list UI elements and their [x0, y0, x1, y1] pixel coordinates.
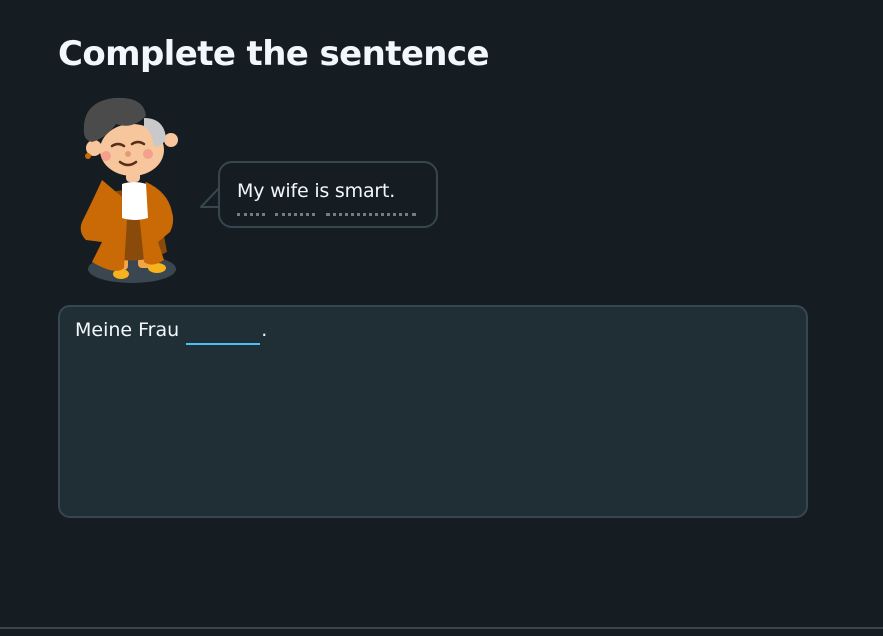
speech-bubble: My wife is smart. [218, 161, 438, 228]
word-hint-underline[interactable] [237, 213, 265, 216]
exercise-title: Complete the sentence [58, 34, 490, 74]
answer-prefix: Meine Frau [75, 319, 180, 341]
character-illustration-icon [80, 97, 178, 283]
answer-blank-input[interactable] [186, 319, 261, 345]
prompt-sentence: My wife is smart. [237, 180, 396, 202]
footer-divider [0, 627, 883, 629]
answer-suffix: . [261, 319, 268, 341]
word-hint-underline[interactable] [326, 213, 416, 216]
word-hint-underline[interactable] [275, 213, 315, 216]
answer-sentence: Meine Frau . [75, 319, 267, 345]
answer-panel: Meine Frau . [58, 305, 808, 518]
